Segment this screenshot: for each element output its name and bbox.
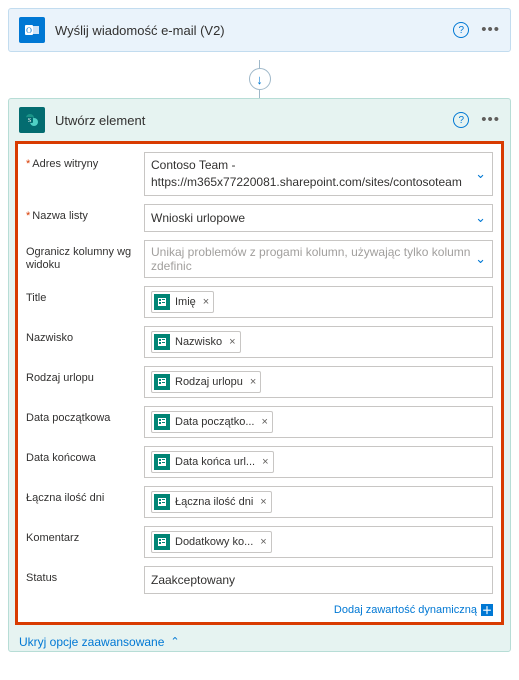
token-label: Rodzaj urlopu — [175, 376, 243, 388]
field-input[interactable]: Rodzaj urlopu × — [144, 366, 493, 398]
forms-icon — [154, 334, 170, 350]
token-label: Nazwisko — [175, 336, 222, 348]
field-input[interactable]: Nazwisko × — [144, 326, 493, 358]
hide-advanced-link[interactable]: Ukryj opcje zaawansowane ⌃ — [9, 629, 510, 651]
field-limit-columns[interactable]: Unikaj problemów z progami kolumn, używa… — [144, 240, 493, 278]
field-input[interactable]: Łączna ilość dni × — [144, 486, 493, 518]
row-field: Data początkowa Data początko... × — [26, 406, 493, 438]
row-status: Status Zaakceptowany — [26, 566, 493, 594]
forms-icon — [154, 374, 170, 390]
remove-token-icon[interactable]: × — [260, 416, 268, 428]
field-label: Łączna ilość dni — [26, 486, 136, 505]
svg-text:O: O — [26, 26, 32, 35]
dynamic-token[interactable]: Łączna ilość dni × — [151, 491, 272, 513]
label-list-name: *Nazwa listy — [26, 204, 136, 223]
field-label: Data początkowa — [26, 406, 136, 425]
token-label: Łączna ilość dni — [175, 496, 253, 508]
field-label: Title — [26, 286, 136, 305]
dynamic-token[interactable]: Dodatkowy ko... × — [151, 531, 272, 553]
forms-icon — [154, 534, 170, 550]
outlook-icon: O — [19, 17, 45, 43]
forms-icon — [154, 454, 170, 470]
remove-token-icon[interactable]: × — [258, 496, 266, 508]
form-highlight-box: *Adres witryny Contoso Team - https://m3… — [15, 141, 504, 625]
row-field: Rodzaj urlopu Rodzaj urlopu × — [26, 366, 493, 398]
add-step-button[interactable]: ↓ — [249, 68, 271, 90]
step-actions: ? ••• — [453, 112, 500, 128]
field-label: Komentarz — [26, 526, 136, 545]
list-name-value: Wnioski urlopowe — [151, 211, 245, 225]
token-label: Data końca url... — [175, 456, 255, 468]
more-menu-icon[interactable]: ••• — [481, 25, 500, 35]
add-dynamic-content-link[interactable]: Dodaj zawartość dynamiczną ＋ — [26, 602, 493, 616]
chevron-down-icon[interactable]: ⌄ — [475, 251, 486, 267]
label-limit-columns: Ogranicz kolumny wg widoku — [26, 240, 136, 272]
field-input[interactable]: Dodatkowy ko... × — [144, 526, 493, 558]
step-title: Utwórz element — [55, 113, 443, 128]
token-label: Data początko... — [175, 416, 255, 428]
help-icon[interactable]: ? — [453, 112, 469, 128]
arrow-down-icon: ↓ — [256, 73, 263, 86]
step-send-email[interactable]: O Wyślij wiadomość e-mail (V2) ? ••• — [8, 8, 511, 52]
field-site-address[interactable]: Contoso Team - https://m365x77220081.sha… — [144, 152, 493, 196]
chevron-down-icon[interactable]: ⌄ — [475, 210, 486, 226]
token-label: Dodatkowy ko... — [175, 536, 253, 548]
field-input[interactable]: Data początko... × — [144, 406, 493, 438]
row-field: Nazwisko Nazwisko × — [26, 326, 493, 358]
field-status[interactable]: Zaakceptowany — [144, 566, 493, 594]
label-site-address: *Adres witryny — [26, 152, 136, 171]
token-label: Imię — [175, 296, 196, 308]
step-title: Wyślij wiadomość e-mail (V2) — [55, 23, 443, 38]
hide-advanced-label: Ukryj opcje zaawansowane — [19, 635, 164, 649]
remove-token-icon[interactable]: × — [227, 336, 235, 348]
more-menu-icon[interactable]: ••• — [481, 115, 500, 125]
chevron-up-icon: ⌃ — [170, 635, 179, 648]
row-list-name: *Nazwa listy Wnioski urlopowe ⌄ — [26, 204, 493, 232]
add-dynamic-content-label: Dodaj zawartość dynamiczną — [334, 604, 477, 616]
label-status: Status — [26, 566, 136, 585]
plus-icon: ＋ — [481, 604, 493, 616]
field-label: Nazwisko — [26, 326, 136, 345]
row-field: Łączna ilość dni Łączna ilość dni × — [26, 486, 493, 518]
step-header[interactable]: S Utwórz element ? ••• — [9, 99, 510, 141]
forms-icon — [154, 494, 170, 510]
row-limit-columns: Ogranicz kolumny wg widoku Unikaj proble… — [26, 240, 493, 278]
row-field: Data końcowa Data końca url... × — [26, 446, 493, 478]
remove-token-icon[interactable]: × — [248, 376, 256, 388]
chevron-down-icon[interactable]: ⌄ — [475, 165, 486, 183]
help-icon[interactable]: ? — [453, 22, 469, 38]
field-input[interactable]: Data końca url... × — [144, 446, 493, 478]
field-label: Data końcowa — [26, 446, 136, 465]
row-field: Title Imię × — [26, 286, 493, 318]
status-value: Zaakceptowany — [151, 573, 235, 587]
field-input[interactable]: Imię × — [144, 286, 493, 318]
svg-text:S: S — [28, 118, 31, 124]
remove-token-icon[interactable]: × — [260, 456, 268, 468]
connector-area: ↓ — [8, 60, 511, 98]
sharepoint-icon: S — [19, 107, 45, 133]
dynamic-token[interactable]: Data końca url... × — [151, 451, 274, 473]
dynamic-token[interactable]: Imię × — [151, 291, 214, 313]
dynamic-token[interactable]: Data początko... × — [151, 411, 273, 433]
remove-token-icon[interactable]: × — [201, 296, 209, 308]
dynamic-token[interactable]: Nazwisko × — [151, 331, 241, 353]
field-label: Rodzaj urlopu — [26, 366, 136, 385]
limit-columns-placeholder: Unikaj problemów z progami kolumn, używa… — [151, 245, 486, 273]
step-header: O Wyślij wiadomość e-mail (V2) ? ••• — [9, 9, 510, 51]
forms-icon — [154, 294, 170, 310]
row-site-address: *Adres witryny Contoso Team - https://m3… — [26, 152, 493, 196]
site-address-value: Contoso Team - https://m365x77220081.sha… — [151, 157, 468, 191]
dynamic-token[interactable]: Rodzaj urlopu × — [151, 371, 261, 393]
field-list-name[interactable]: Wnioski urlopowe ⌄ — [144, 204, 493, 232]
step-actions: ? ••• — [453, 22, 500, 38]
forms-icon — [154, 414, 170, 430]
remove-token-icon[interactable]: × — [258, 536, 266, 548]
row-field: Komentarz Dodatkowy ko... × — [26, 526, 493, 558]
